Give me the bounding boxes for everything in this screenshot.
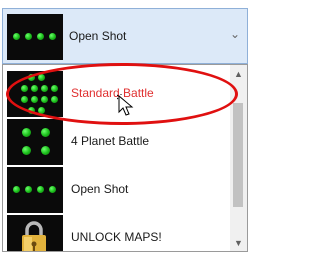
list-item-label: Open Shot — [71, 182, 129, 196]
list-scrollbar[interactable]: ▲ ▼ — [230, 65, 247, 251]
open-shot-thumbnail — [7, 14, 63, 60]
list-item-unlock-maps[interactable]: UNLOCK MAPS! — [3, 213, 232, 251]
list-item-standard-battle[interactable]: Standard Battle — [3, 69, 232, 117]
list-item-label: UNLOCK MAPS! — [71, 230, 162, 244]
chevron-down-icon[interactable]: ⌄ — [230, 27, 240, 41]
unlock-maps-thumbnail — [7, 215, 63, 251]
standard-battle-thumbnail — [7, 71, 63, 117]
open-shot-thumbnail — [7, 167, 63, 213]
mouse-cursor-icon — [117, 94, 134, 116]
list-item-open-shot[interactable]: Open Shot — [3, 165, 232, 213]
list-item-4-planet-battle[interactable]: 4 Planet Battle — [3, 117, 232, 165]
scroll-up-icon[interactable]: ▲ — [234, 69, 243, 79]
scroll-down-icon[interactable]: ▼ — [234, 238, 243, 248]
selected-map-label: Open Shot — [69, 29, 127, 43]
scroll-thumb[interactable] — [233, 103, 243, 207]
four-planet-battle-thumbnail — [7, 119, 63, 165]
list-item-label: 4 Planet Battle — [71, 134, 150, 148]
map-option-list[interactable]: Standard Battle 4 Planet Battle Open Sho… — [2, 64, 248, 252]
padlock-icon — [22, 221, 46, 251]
map-select-header[interactable]: Open Shot ⌄ — [2, 8, 248, 64]
list-item-label: Standard Battle — [71, 86, 154, 100]
map-select-dropdown[interactable]: Open Shot ⌄ — [0, 0, 252, 64]
